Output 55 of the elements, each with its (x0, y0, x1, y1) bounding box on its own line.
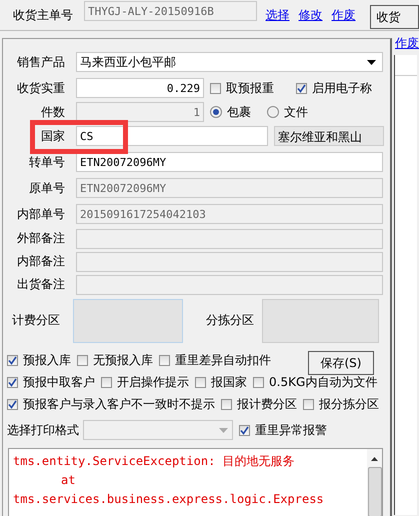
checkbox[interactable]: 报计费分区 (221, 396, 297, 412)
country-name: 塞尔维亚和黑山 (274, 126, 384, 146)
field-label: 选择打印格式 (7, 422, 79, 438)
action-link[interactable]: 作废 (332, 6, 356, 24)
check-icon (8, 356, 17, 364)
field-label: 收货主单号 (12, 6, 73, 24)
field-label: 外部备注 (16, 230, 65, 247)
caret-icon (219, 428, 228, 432)
error-message-line: tms.entity.ServiceException: 目的地无服务 (13, 453, 296, 470)
field-label: 国家 (40, 128, 65, 144)
check-icon (8, 378, 17, 386)
text-field[interactable]: ETN20072096MY (76, 152, 383, 172)
field-label: 收货实重 (16, 80, 65, 96)
order-number-field[interactable]: THYGJ-ALY-20150916B (84, 1, 257, 21)
checkbox[interactable]: 启用电子称 (296, 80, 372, 96)
field-label: 销售产品 (16, 54, 65, 70)
checkbox[interactable]: 预报中取客户 (7, 374, 95, 390)
field-label: 出货备注 (16, 276, 65, 293)
print-format-dropdown[interactable] (83, 420, 233, 440)
caret-icon (367, 60, 376, 64)
weight-field[interactable]: 0.229 (76, 78, 204, 98)
checkbox[interactable]: 报国家 (195, 374, 247, 390)
check-icon (297, 84, 306, 92)
field-label: 转单号 (28, 154, 65, 170)
radio-button[interactable]: 包裹 (210, 104, 251, 120)
error-message-line: tms.services.business.express.logic.Express (13, 491, 325, 508)
action-link[interactable]: 选择 (266, 6, 290, 24)
check-icon (240, 426, 249, 434)
checkbox[interactable]: 开启操作提示 (101, 374, 189, 390)
checkbox[interactable]: 0.5KG内自动为文件 (253, 374, 378, 390)
radio-button[interactable]: 文件 (267, 104, 308, 120)
error-message-line: at (60, 472, 76, 489)
receive-button[interactable]: 收货 (370, 5, 419, 29)
field-label: 分拣分区 (206, 312, 254, 329)
check-icon (8, 400, 17, 408)
checkbox[interactable]: 预报入库 (7, 352, 71, 368)
field-label: 计费分区 (12, 312, 60, 329)
product-dropdown[interactable]: 马来西亚小包平邮 (76, 52, 383, 72)
scrollbar[interactable] (367, 449, 382, 516)
field-label: 内部单号 (16, 206, 65, 222)
checkbox[interactable]: 取预报重 (210, 80, 274, 96)
checkbox[interactable]: 无预报入库 (77, 352, 153, 368)
field-label: 内部备注 (16, 253, 65, 270)
void-link[interactable]: 作废 (395, 35, 419, 52)
checkbox[interactable]: 预报客户与录入客户不一致时不提示 (7, 396, 215, 412)
field-label: 原单号 (28, 180, 65, 196)
field-label: 件数 (40, 104, 65, 120)
scroll-up-icon[interactable] (371, 457, 378, 461)
country-code-field[interactable]: CS (76, 126, 268, 146)
save-button[interactable]: 保存(S) (308, 351, 374, 375)
action-link[interactable]: 修改 (298, 6, 323, 24)
pieces-field[interactable]: 1 (76, 102, 204, 122)
checkbox[interactable]: 重里异常报警 (239, 422, 327, 438)
checkbox[interactable]: 报分拣分区 (303, 396, 379, 412)
checkbox[interactable]: 重里差异自动扣件 (159, 352, 271, 368)
